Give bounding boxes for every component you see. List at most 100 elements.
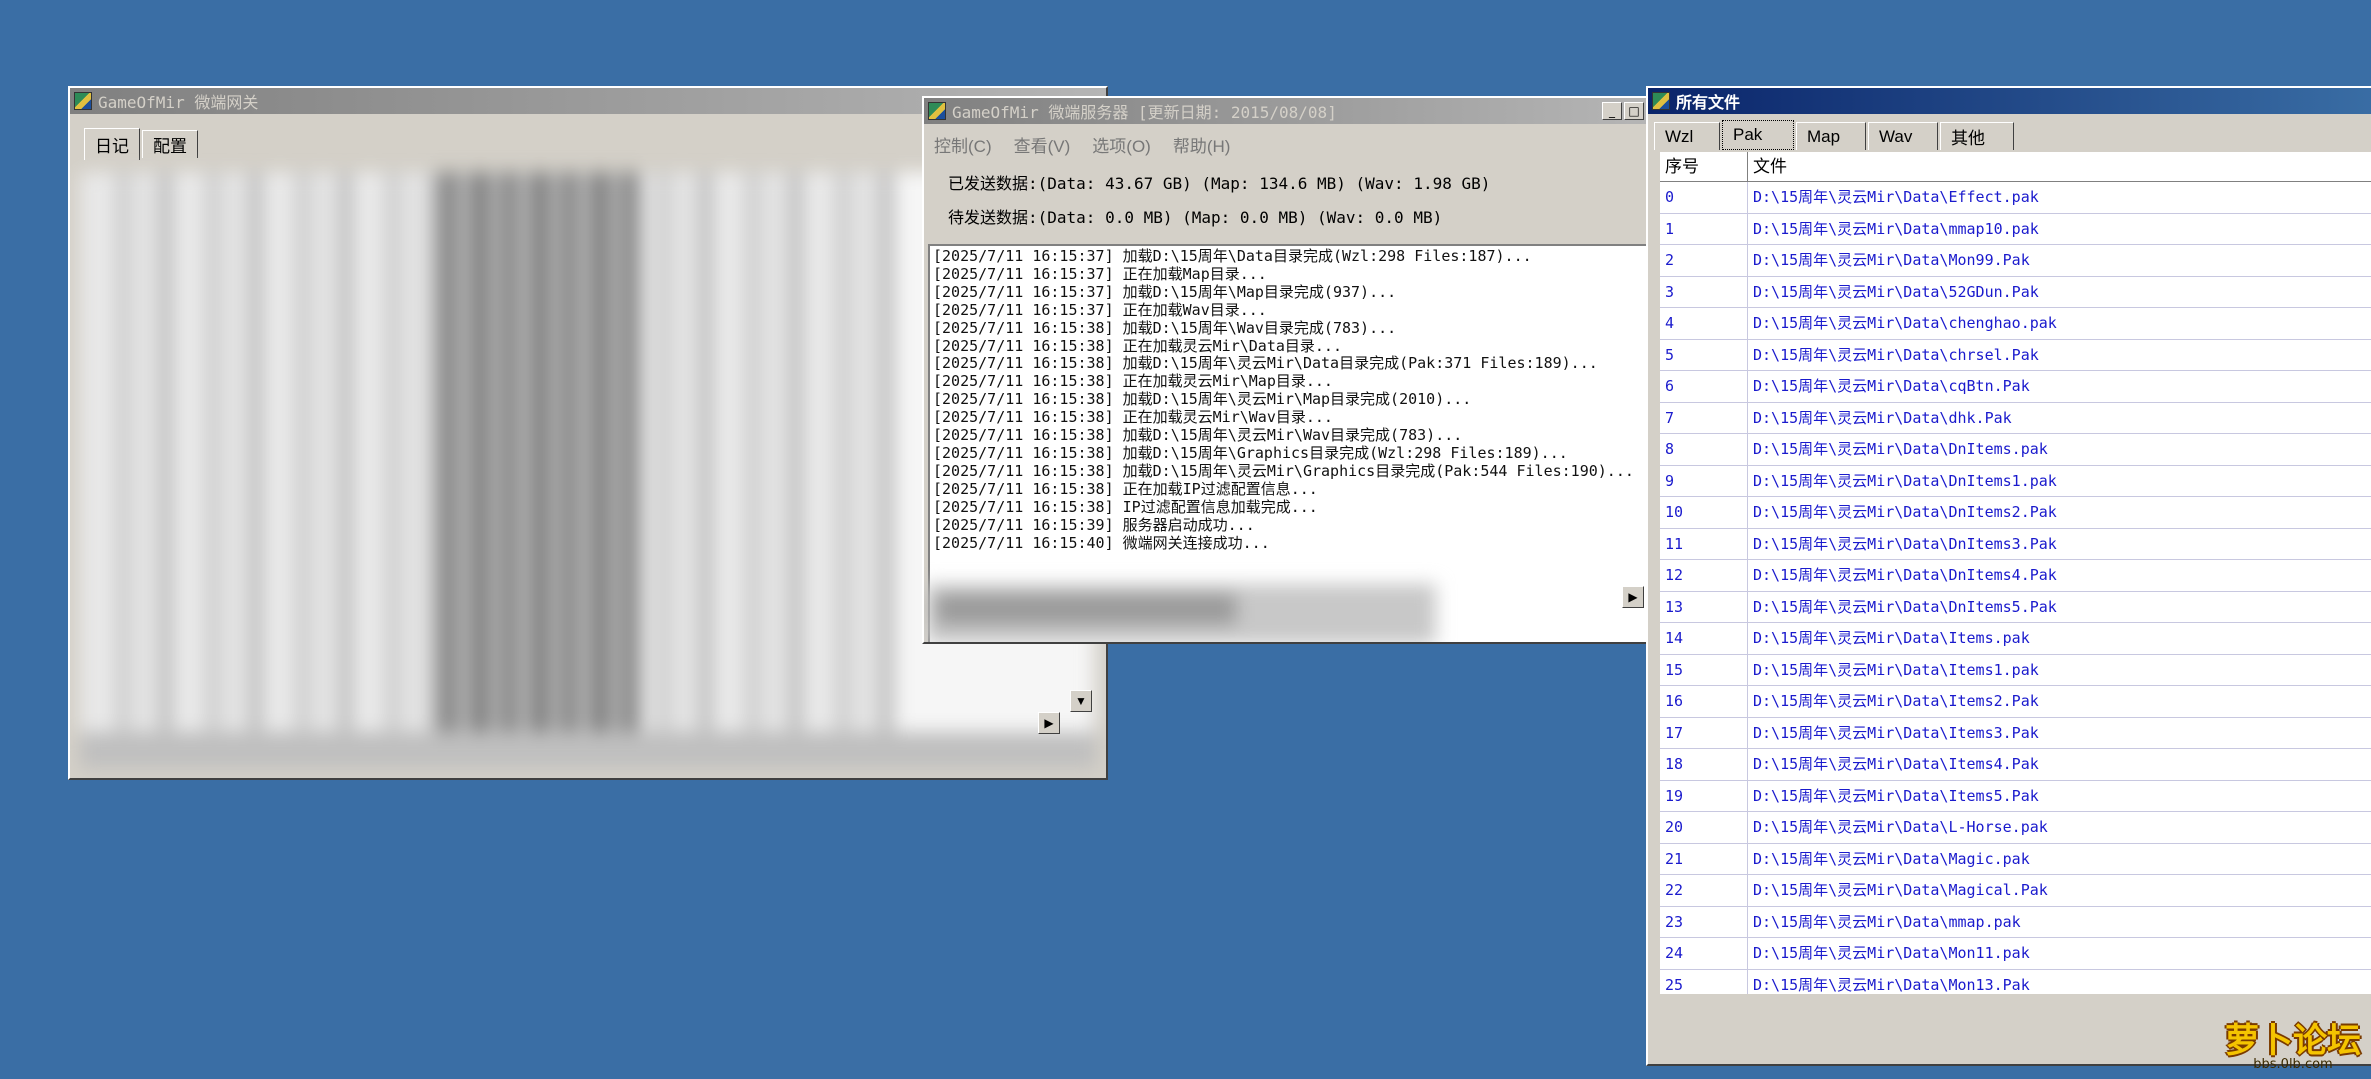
server-titlebar[interactable]: GameOfMir 微端服务器 [更新日期: 2015/08/08] _ □ — [924, 98, 1648, 124]
column-file[interactable]: 文件 — [1748, 152, 2371, 181]
minimize-button[interactable]: _ — [1602, 102, 1622, 120]
log-line: [2025/7/11 16:15:37] 正在加载Map目录... — [933, 264, 1267, 283]
gateway-scroll-down[interactable]: ▼ — [1070, 690, 1092, 712]
table-row[interactable]: 7 D:\15周年\灵云Mir\Data\dhk.Pak — [1660, 402, 2371, 434]
row-file: D:\15周年\灵云Mir\Data\DnItems.pak — [1748, 434, 2371, 465]
files-window[interactable]: 所有文件 Wzl Pak Map Wav 其他 序号 文件 0 D:\15周年\灵… — [1646, 86, 2371, 1066]
table-row[interactable]: 14 D:\15周年\灵云Mir\Data\Items.pak — [1660, 623, 2371, 655]
table-row[interactable]: 10 D:\15周年\灵云Mir\Data\DnItems2.Pak — [1660, 497, 2371, 529]
server-log-scroll-right[interactable]: ▶ — [1622, 586, 1644, 608]
log-line: [2025/7/11 16:15:38] 加载D:\15周年\Wav目录完成(7… — [933, 318, 1397, 337]
table-row[interactable]: 16 D:\15周年\灵云Mir\Data\Items2.Pak — [1660, 686, 2371, 718]
tab-wzl[interactable]: Wzl — [1654, 122, 1720, 150]
arrow-down-icon: ▼ — [1075, 694, 1087, 708]
table-row[interactable]: 23 D:\15周年\灵云Mir\Data\mmap.pak — [1660, 906, 2371, 938]
watermark-main: 萝卜论坛 — [2225, 1020, 2361, 1061]
tab-pak[interactable]: Pak — [1722, 120, 1794, 150]
table-row[interactable]: 21 D:\15周年\灵云Mir\Data\Magic.pak — [1660, 843, 2371, 875]
row-file: D:\15周年\灵云Mir\Data\DnItems5.Pak — [1748, 592, 2371, 623]
log-line: [2025/7/11 16:15:38] 加载D:\15周年\灵云Mir\Wav… — [933, 426, 1463, 445]
row-index: 2 — [1660, 245, 1748, 276]
arrow-right-icon: ▶ — [1044, 716, 1054, 730]
table-row[interactable]: 22 D:\15周年\灵云Mir\Data\Magical.Pak — [1660, 875, 2371, 907]
log-line: [2025/7/11 16:15:38] 加载D:\15周年\灵云Mir\Map… — [933, 390, 1472, 409]
table-row[interactable]: 3 D:\15周年\灵云Mir\Data\52GDun.Pak — [1660, 276, 2371, 308]
log-line: [2025/7/11 16:15:39] 服务器启动成功... — [933, 515, 1255, 534]
column-index[interactable]: 序号 — [1660, 152, 1748, 181]
table-row[interactable]: 18 D:\15周年\灵云Mir\Data\Items4.Pak — [1660, 749, 2371, 781]
table-row[interactable]: 9 D:\15周年\灵云Mir\Data\DnItems1.pak — [1660, 465, 2371, 497]
files-tabs: Wzl Pak Map Wav 其他 — [1654, 120, 2016, 150]
table-row[interactable]: 1 D:\15周年\灵云Mir\Data\mmap10.pak — [1660, 213, 2371, 245]
row-index: 7 — [1660, 402, 1748, 433]
row-index: 3 — [1660, 276, 1748, 307]
log-line: [2025/7/11 16:15:38] 加载D:\15周年\Graphics目… — [933, 443, 1568, 462]
table-row[interactable]: 4 D:\15周年\灵云Mir\Data\chenghao.pak — [1660, 308, 2371, 340]
row-file: D:\15周年\灵云Mir\Data\mmap.pak — [1748, 907, 2371, 938]
tab-other[interactable]: 其他 — [1940, 122, 2014, 150]
files-list-header: 序号 文件 — [1660, 152, 2371, 182]
row-file: D:\15周年\灵云Mir\Data\Items3.Pak — [1748, 718, 2371, 749]
server-title: GameOfMir 微端服务器 [更新日期: 2015/08/08] — [952, 103, 1337, 122]
files-title: 所有文件 — [1676, 93, 1741, 112]
tab-config[interactable]: 配置 — [142, 130, 198, 158]
row-index: 18 — [1660, 749, 1748, 780]
row-index: 17 — [1660, 717, 1748, 748]
row-file: D:\15周年\灵云Mir\Data\dhk.Pak — [1748, 403, 2371, 434]
row-index: 24 — [1660, 938, 1748, 969]
row-index: 23 — [1660, 906, 1748, 937]
row-index: 11 — [1660, 528, 1748, 559]
row-file: D:\15周年\灵云Mir\Data\Items.pak — [1748, 623, 2371, 654]
row-file: D:\15周年\灵云Mir\Data\Mon99.Pak — [1748, 245, 2371, 276]
server-menubar: 控制(C) 查看(V) 选项(O) 帮助(H) — [934, 132, 1230, 157]
row-file: D:\15周年\灵云Mir\Data\chrsel.Pak — [1748, 340, 2371, 371]
table-row[interactable]: 0 D:\15周年\灵云Mir\Data\Effect.pak — [1660, 182, 2371, 214]
row-file: D:\15周年\灵云Mir\Data\Effect.pak — [1748, 182, 2371, 213]
row-file: D:\15周年\灵云Mir\Data\Magical.Pak — [1748, 875, 2371, 906]
menu-control[interactable]: 控制(C) — [934, 132, 992, 157]
row-file: D:\15周年\灵云Mir\Data\Items5.Pak — [1748, 781, 2371, 812]
table-row[interactable]: 5 D:\15周年\灵云Mir\Data\chrsel.Pak — [1660, 339, 2371, 371]
row-file: D:\15周年\灵云Mir\Data\DnItems2.Pak — [1748, 497, 2371, 528]
tab-wav[interactable]: Wav — [1868, 122, 1938, 150]
row-file: D:\15周年\灵云Mir\Data\52GDun.Pak — [1748, 277, 2371, 308]
files-titlebar[interactable]: 所有文件 — [1648, 88, 2371, 114]
maximize-icon: □ — [1628, 104, 1640, 118]
table-row[interactable]: 2 D:\15周年\灵云Mir\Data\Mon99.Pak — [1660, 245, 2371, 277]
row-index: 14 — [1660, 623, 1748, 654]
row-index: 13 — [1660, 591, 1748, 622]
row-index: 6 — [1660, 371, 1748, 402]
row-index: 4 — [1660, 308, 1748, 339]
row-file: D:\15周年\灵云Mir\Data\Items4.Pak — [1748, 749, 2371, 780]
forum-watermark-logo: 萝卜论坛 bbs.0lb.com — [2218, 1018, 2368, 1076]
table-row[interactable]: 6 D:\15周年\灵云Mir\Data\cqBtn.Pak — [1660, 371, 2371, 403]
game-app-icon — [928, 102, 946, 120]
table-row[interactable]: 15 D:\15周年\灵云Mir\Data\Items1.pak — [1660, 654, 2371, 686]
table-row[interactable]: 17 D:\15周年\灵云Mir\Data\Items3.Pak — [1660, 717, 2371, 749]
row-file: D:\15周年\灵云Mir\Data\DnItems3.Pak — [1748, 529, 2371, 560]
log-line: [2025/7/11 16:15:38] 加载D:\15周年\灵云Mir\Gra… — [933, 461, 1634, 480]
minimize-icon: _ — [1609, 104, 1615, 118]
table-row[interactable]: 20 D:\15周年\灵云Mir\Data\L-Horse.pak — [1660, 812, 2371, 844]
table-row[interactable]: 11 D:\15周年\灵云Mir\Data\DnItems3.Pak — [1660, 528, 2371, 560]
row-index: 15 — [1660, 654, 1748, 685]
tab-map[interactable]: Map — [1796, 122, 1866, 150]
table-row[interactable]: 19 D:\15周年\灵云Mir\Data\Items5.Pak — [1660, 780, 2371, 812]
table-row[interactable]: 12 D:\15周年\灵云Mir\Data\DnItems4.Pak — [1660, 560, 2371, 592]
menu-options[interactable]: 选项(O) — [1092, 132, 1151, 157]
maximize-button[interactable]: □ — [1624, 102, 1644, 120]
table-row[interactable]: 25 D:\15周年\灵云Mir\Data\Mon13.Pak — [1660, 969, 2371, 994]
server-window[interactable]: GameOfMir 微端服务器 [更新日期: 2015/08/08] _ □ 控… — [922, 96, 1650, 644]
table-row[interactable]: 13 D:\15周年\灵云Mir\Data\DnItems5.Pak — [1660, 591, 2371, 623]
pending-stats: 待发送数据:(Data: 0.0 MB) (Map: 0.0 MB) (Wav:… — [948, 208, 1443, 227]
gateway-scroll-right[interactable]: ▶ — [1038, 712, 1060, 734]
files-list[interactable]: 0 D:\15周年\灵云Mir\Data\Effect.pak 1 D:\15周年\… — [1660, 182, 2371, 994]
menu-help[interactable]: 帮助(H) — [1173, 132, 1231, 157]
menu-view[interactable]: 查看(V) — [1014, 132, 1071, 157]
log-line: [2025/7/11 16:15:38] IP过滤配置信息加载完成... — [933, 497, 1318, 516]
tab-log[interactable]: 日记 — [84, 128, 140, 160]
arrow-right-icon: ▶ — [1628, 590, 1638, 604]
table-row[interactable]: 8 D:\15周年\灵云Mir\Data\DnItems.pak — [1660, 434, 2371, 466]
row-index: 1 — [1660, 213, 1748, 244]
table-row[interactable]: 24 D:\15周年\灵云Mir\Data\Mon11.pak — [1660, 938, 2371, 970]
